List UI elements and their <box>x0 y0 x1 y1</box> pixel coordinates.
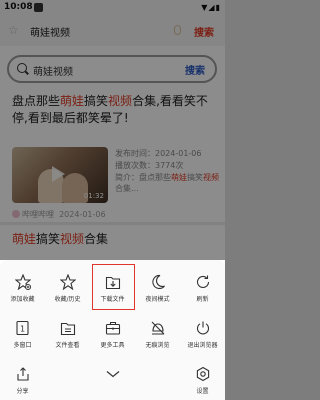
menu-more-tools[interactable]: 更多工具 <box>90 320 135 349</box>
share-icon <box>15 366 31 382</box>
multi-window-icon: 1 <box>15 320 31 336</box>
menu-share[interactable]: 分享 <box>0 366 45 395</box>
menu-label: 收藏/历史 <box>54 296 81 303</box>
moon-icon <box>150 274 166 290</box>
dim-overlay[interactable] <box>0 0 225 260</box>
no-trace-icon <box>150 320 166 336</box>
download-highlight-box <box>92 264 135 310</box>
menu-favorites-history[interactable]: 收藏/历史 <box>45 274 90 303</box>
file-view-icon <box>60 320 76 336</box>
settings-icon <box>195 366 211 382</box>
power-icon <box>195 320 211 336</box>
menu-label: 文件查看 <box>55 342 80 349</box>
menu-refresh[interactable]: 刷新 <box>180 274 225 303</box>
toolbox-icon <box>105 320 121 336</box>
menu-exit-browser[interactable]: 退出浏览器 <box>180 320 225 349</box>
svg-text:1: 1 <box>19 325 24 334</box>
refresh-icon <box>195 274 211 290</box>
menu-label: 夜间模式 <box>145 296 170 303</box>
star-icon <box>59 274 76 290</box>
menu-label: 刷新 <box>196 296 209 303</box>
menu-file-view[interactable]: 文件查看 <box>45 320 90 349</box>
menu-night-mode[interactable]: 夜间模式 <box>135 274 180 303</box>
menu-label: 多窗口 <box>13 342 32 349</box>
menu-multi-window[interactable]: 1 多窗口 <box>0 320 45 349</box>
menu-label: 退出浏览器 <box>187 342 218 349</box>
menu-private-browsing[interactable]: 无痕浏览 <box>135 320 180 349</box>
menu-label: 设置 <box>196 388 209 395</box>
menu-label: 更多工具 <box>100 342 125 349</box>
menu-collapse[interactable] <box>90 366 135 382</box>
menu-settings[interactable]: 设置 <box>180 366 225 395</box>
menu-add-favorite[interactable]: 添加收藏 <box>0 274 45 303</box>
chevron-down-icon <box>105 366 121 382</box>
star-plus-icon <box>14 274 31 290</box>
menu-label: 分享 <box>16 388 29 395</box>
browser-page: 10:08 ▼◢▮ ☆ 萌娃视频 搜索 萌娃视频 搜索 盘点那些萌娃搞笑视频合集… <box>0 0 225 400</box>
menu-label: 无痕浏览 <box>145 342 170 349</box>
menu-label: 添加收藏 <box>10 296 35 303</box>
